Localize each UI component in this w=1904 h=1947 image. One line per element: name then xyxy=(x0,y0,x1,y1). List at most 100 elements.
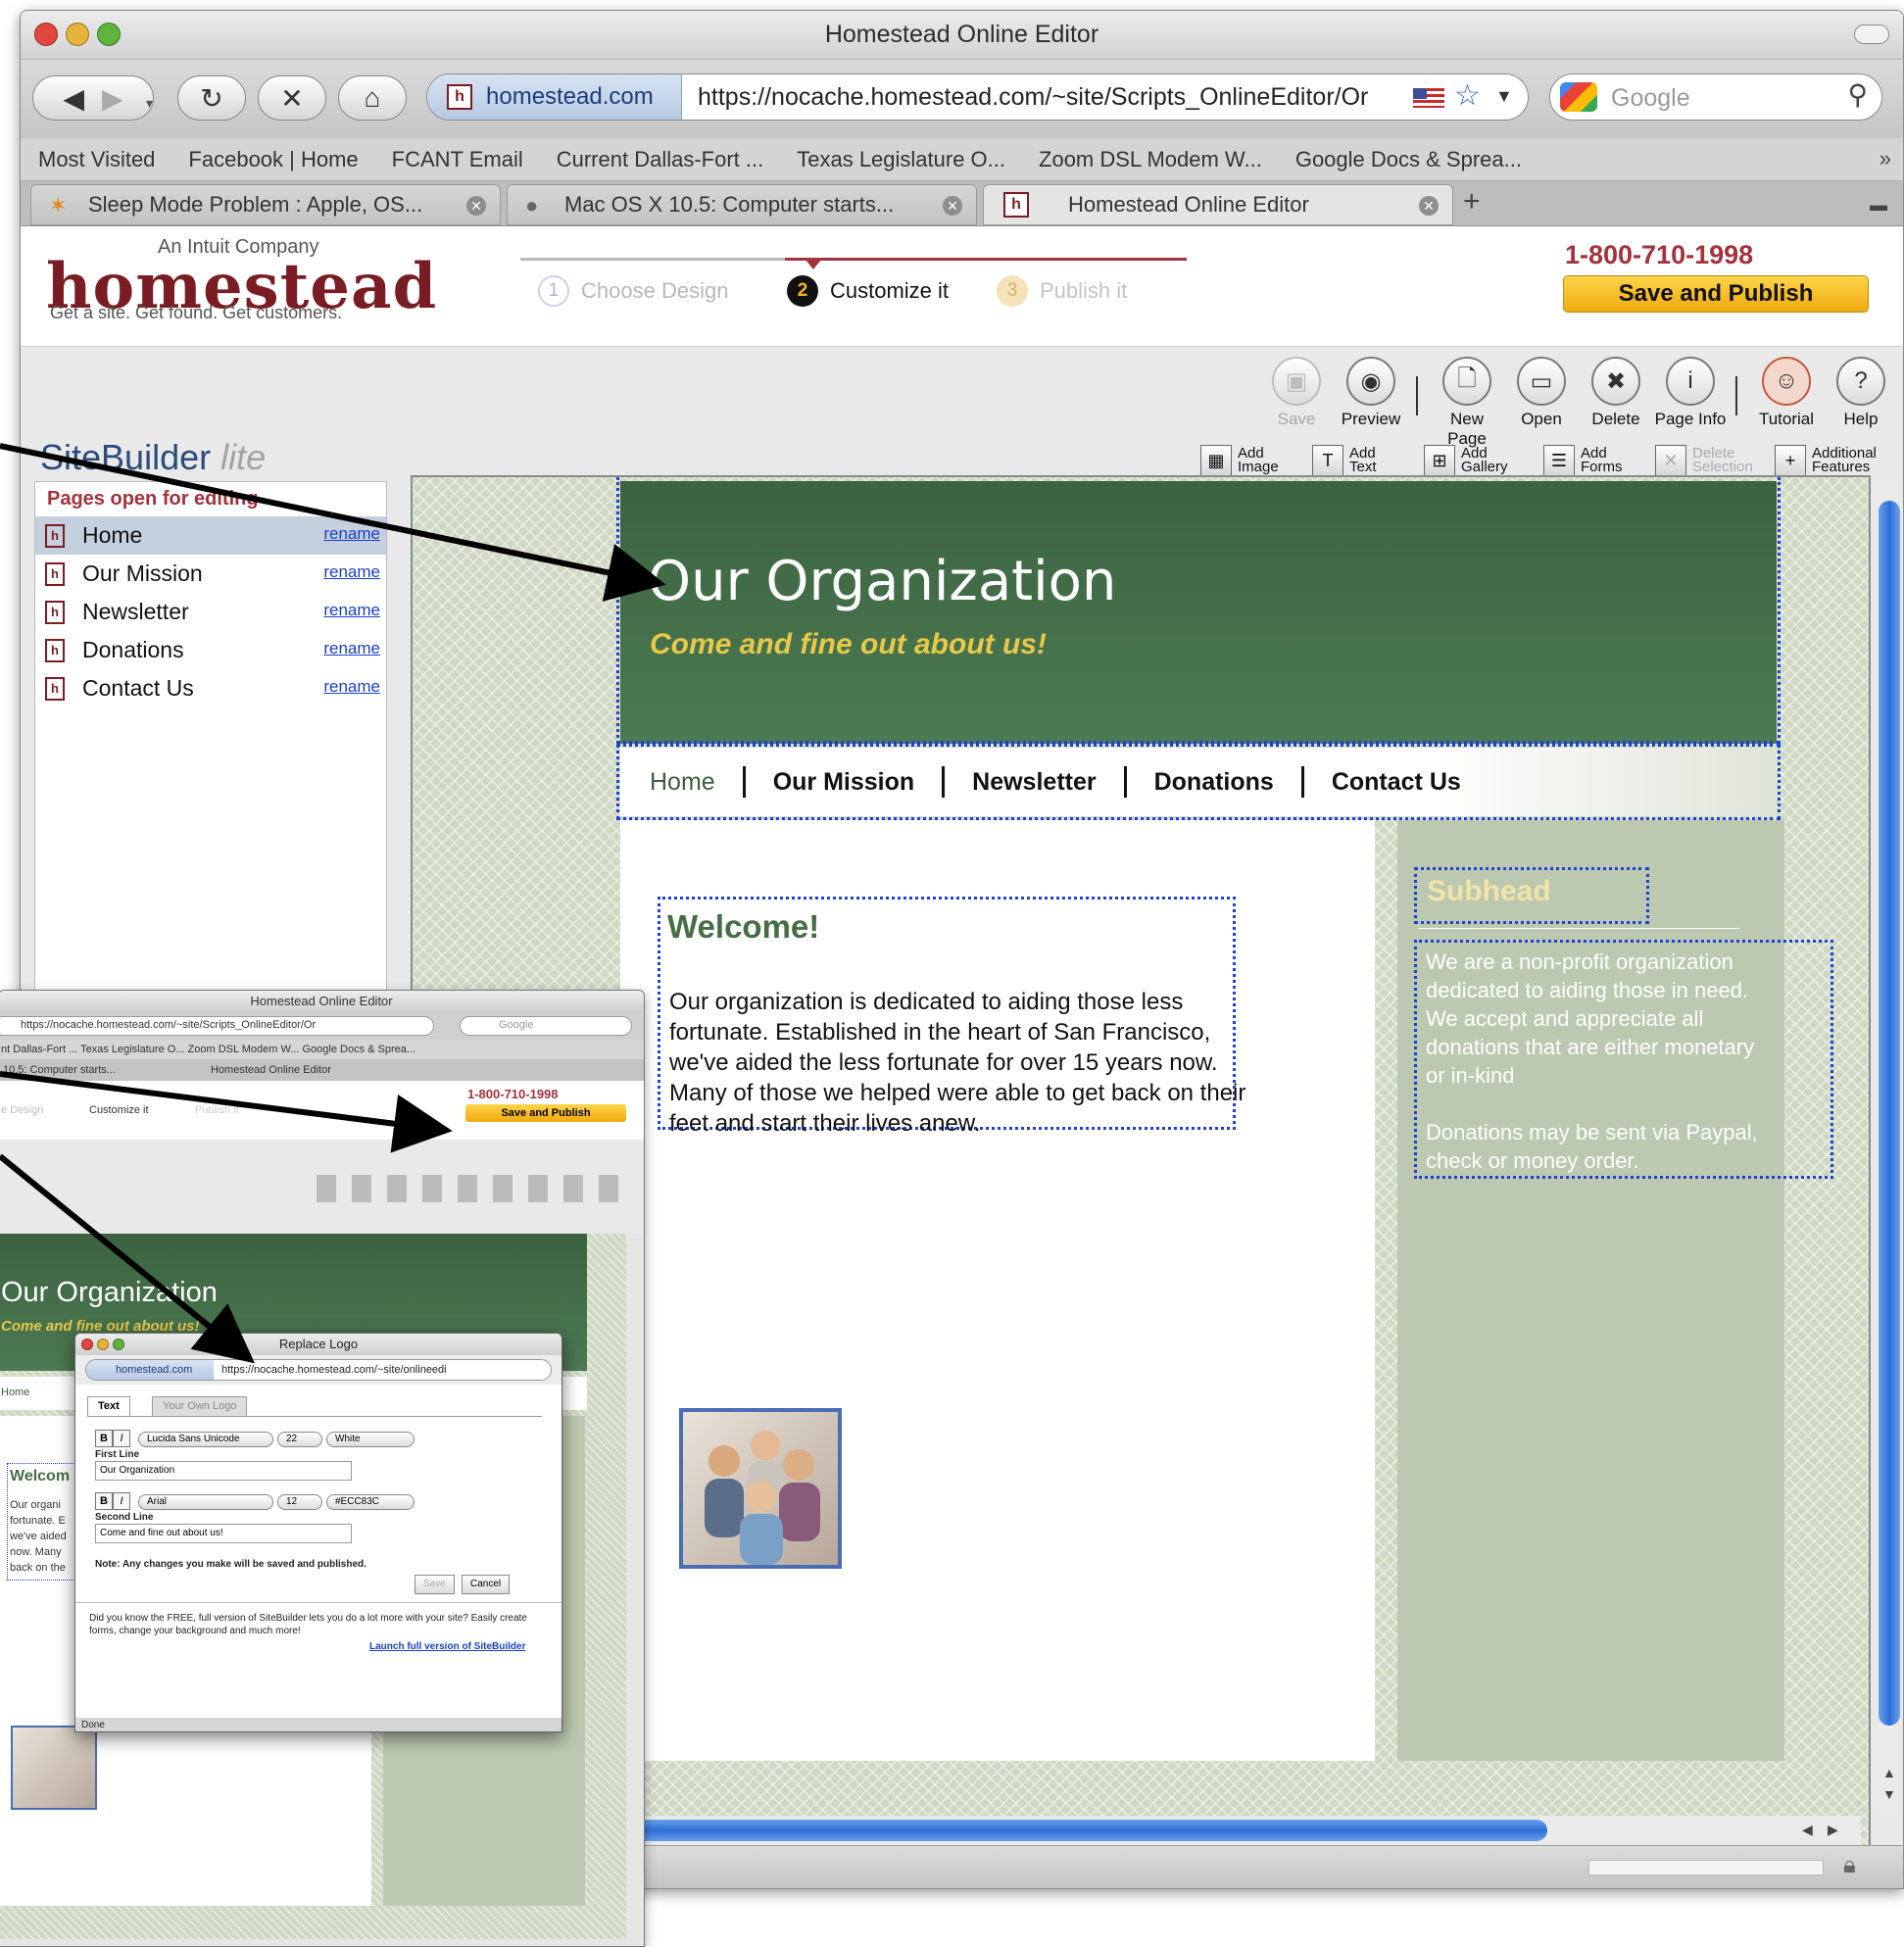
tab-list-icon[interactable]: ▬ xyxy=(1870,195,1887,216)
save-tool-button[interactable]: ▣ Save xyxy=(1259,357,1334,429)
homestead-header: An Intuit Company homestead Get a site. … xyxy=(21,226,1903,347)
first-line-input[interactable]: Our Organization xyxy=(95,1461,352,1481)
second-line-input[interactable]: Come and fine out about us! xyxy=(95,1524,352,1543)
open-tool-button[interactable]: ▭ Open xyxy=(1504,357,1579,429)
back-icon[interactable]: ◀ xyxy=(63,82,84,115)
add-text-button[interactable]: T Add Text xyxy=(1312,443,1377,478)
add-forms-button[interactable]: ☰ Add Forms xyxy=(1543,443,1623,478)
color-select-1[interactable]: White xyxy=(326,1432,415,1447)
tab-homestead-editor[interactable]: h Homestead Online Editor ✕ xyxy=(983,184,1453,225)
scroll-down-icon[interactable]: ▼ xyxy=(1882,1786,1896,1802)
back-forward-buttons[interactable]: ◀ ▶ xyxy=(32,75,154,121)
dialog-separator xyxy=(75,1602,561,1603)
page-item-our-mission[interactable]: h Our Mission rename xyxy=(35,555,386,593)
step-publish: 3 Publish it xyxy=(997,275,1127,307)
italic-toggle-1[interactable]: I xyxy=(113,1430,130,1447)
launch-full-version-link[interactable]: Launch full version of SiteBuilder xyxy=(369,1641,525,1652)
rename-link[interactable]: rename xyxy=(323,562,380,582)
tab-your-own-logo[interactable]: Your Own Logo xyxy=(152,1396,248,1416)
vertical-scrollbar[interactable]: ▲ ▼ xyxy=(1877,481,1902,1814)
scroll-left-icon[interactable]: ◀ xyxy=(1802,1822,1813,1838)
bookmark-star-icon[interactable]: ☆ xyxy=(1454,78,1481,113)
bookmark-most-visited[interactable]: Most Visited xyxy=(38,147,155,172)
bookmark-facebook[interactable]: Facebook | Home xyxy=(188,147,358,172)
page-icon: h xyxy=(45,562,65,586)
font-select-2[interactable]: Arial xyxy=(138,1494,273,1510)
search-box[interactable]: Google ⚲ xyxy=(1549,73,1882,121)
thumb-body-line: now. Many xyxy=(10,1546,62,1558)
bookmark-current-dallas[interactable]: Current Dallas-Fort ... xyxy=(557,147,764,172)
tab-mac-os[interactable]: ● Mac OS X 10.5: Computer starts... ✕ xyxy=(507,184,977,225)
home-button[interactable]: ⌂ xyxy=(338,75,407,121)
add-tool-label: Selection xyxy=(1692,459,1753,475)
preview-tool-button[interactable]: ◉ Preview xyxy=(1334,357,1408,429)
dialog-save-button[interactable]: Save xyxy=(415,1575,455,1594)
dialog-address-bar[interactable]: homestead.com https://nocache.homestead.… xyxy=(85,1359,552,1381)
tab-sleep-mode[interactable]: ✶ Sleep Mode Problem : Apple, OS... ✕ xyxy=(30,184,501,225)
close-tab-icon[interactable]: ✕ xyxy=(943,196,962,216)
thumb-save-publish: Save and Publish xyxy=(465,1104,626,1122)
toolbar-toggle-button[interactable] xyxy=(1854,24,1889,44)
delete-tool-button[interactable]: ✖ Delete xyxy=(1579,357,1653,429)
close-tab-icon[interactable]: ✕ xyxy=(1419,196,1439,216)
sidebar-text[interactable]: We are a non-profit organization dedicat… xyxy=(1426,948,1769,1175)
new-tab-icon[interactable]: + xyxy=(1463,185,1481,219)
url-text[interactable]: https://nocache.homestead.com/~site/Scri… xyxy=(698,83,1368,112)
site-identity-button[interactable]: h homestead.com xyxy=(427,74,682,120)
bookmark-fcant-email[interactable]: FCANT Email xyxy=(392,147,523,172)
page-info-tool-button[interactable]: i Page Info xyxy=(1653,357,1728,429)
page-item-donations[interactable]: h Donations rename xyxy=(35,631,386,669)
welcome-heading[interactable]: Welcome! xyxy=(667,908,819,946)
add-gallery-button[interactable]: ⊞ Add Gallery xyxy=(1424,443,1508,478)
dialog-cancel-button[interactable]: Cancel xyxy=(462,1575,511,1594)
tab-label: Homestead Online Editor xyxy=(1068,192,1309,217)
rename-link[interactable]: rename xyxy=(323,524,380,544)
bookmark-google-docs[interactable]: Google Docs & Sprea... xyxy=(1295,147,1522,172)
help-tool-button[interactable]: ? Help xyxy=(1824,357,1898,429)
tutorial-tool-button[interactable]: ☺ Tutorial xyxy=(1749,357,1824,429)
google-search-engine-icon[interactable] xyxy=(1560,82,1597,112)
rename-link[interactable]: rename xyxy=(323,639,380,658)
scroll-up-icon[interactable]: ▲ xyxy=(1882,1765,1896,1780)
save-and-publish-button[interactable]: Save and Publish xyxy=(1563,275,1869,313)
scroll-right-icon[interactable]: ▶ xyxy=(1828,1822,1838,1838)
stop-button[interactable]: ✕ xyxy=(258,75,326,121)
page-item-home[interactable]: h Home rename xyxy=(35,516,386,555)
new-page-tool-button[interactable]: 🗋 New Page xyxy=(1430,357,1504,449)
address-bar[interactable]: h homestead.com https://nocache.homestea… xyxy=(426,73,1529,121)
rename-link[interactable]: rename xyxy=(323,677,380,697)
thumb-body-line: back on the xyxy=(10,1562,66,1574)
delete-selection-button[interactable]: ✕ Delete Selection xyxy=(1655,443,1753,478)
close-tab-icon[interactable]: ✕ xyxy=(466,196,486,216)
gallery-icon: ⊞ xyxy=(1424,445,1455,476)
italic-toggle-2[interactable]: I xyxy=(113,1492,130,1510)
tab-text[interactable]: Text xyxy=(87,1396,130,1416)
dialog-zoom-button[interactable] xyxy=(113,1339,124,1350)
additional-features-button[interactable]: + Additional Features xyxy=(1775,443,1877,478)
reload-button[interactable]: ↻ xyxy=(177,75,246,121)
bold-toggle-1[interactable]: B xyxy=(95,1430,113,1447)
color-select-2[interactable]: #ECC83C xyxy=(326,1494,415,1510)
size-select-1[interactable]: 22 xyxy=(277,1432,322,1447)
url-dropdown-icon[interactable]: ▼ xyxy=(1495,86,1513,107)
forward-icon[interactable]: ▶ xyxy=(102,82,123,115)
add-image-button[interactable]: ▦ Add Image xyxy=(1200,443,1279,478)
welcome-body-text[interactable]: Our organization is dedicated to aiding … xyxy=(669,987,1247,1139)
dialog-close-button[interactable] xyxy=(81,1339,93,1350)
rename-link[interactable]: rename xyxy=(323,601,380,620)
bookmark-zoom-dsl[interactable]: Zoom DSL Modem W... xyxy=(1039,147,1262,172)
status-field xyxy=(1588,1860,1824,1875)
page-item-newsletter[interactable]: h Newsletter rename xyxy=(35,593,386,631)
vertical-scroll-thumb[interactable] xyxy=(1879,501,1900,1726)
bold-toggle-2[interactable]: B xyxy=(95,1492,113,1510)
subhead-text[interactable]: Subhead xyxy=(1427,875,1551,908)
bookmark-texas-legislature[interactable]: Texas Legislature O... xyxy=(797,147,1005,172)
page-item-contact-us[interactable]: h Contact Us rename xyxy=(35,669,386,707)
history-dropdown-icon[interactable]: ▾ xyxy=(146,95,153,112)
size-select-2[interactable]: 12 xyxy=(277,1494,322,1510)
font-select-1[interactable]: Lucida Sans Unicode xyxy=(138,1432,273,1447)
group-photo-image[interactable] xyxy=(679,1408,842,1569)
search-icon[interactable]: ⚲ xyxy=(1847,78,1868,111)
bookmarks-overflow-icon[interactable]: » xyxy=(1880,146,1891,171)
dialog-minimize-button[interactable] xyxy=(97,1339,109,1350)
